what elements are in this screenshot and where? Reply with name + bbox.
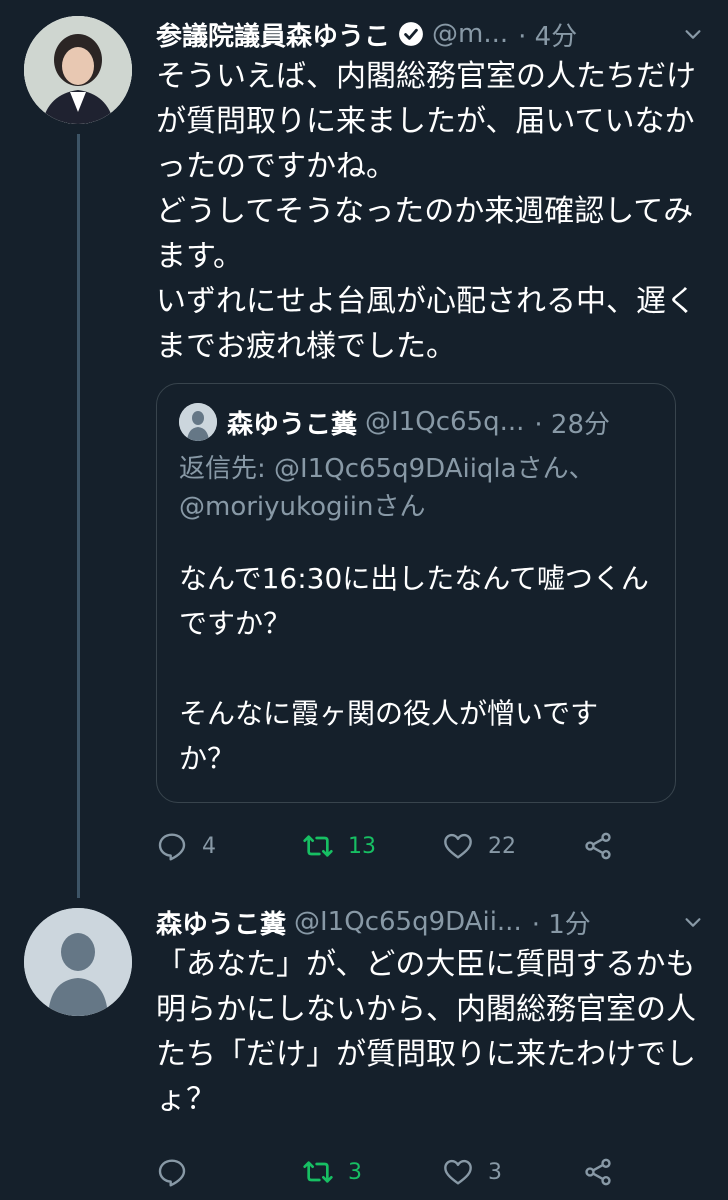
share-icon	[585, 1158, 611, 1186]
reply-count: 4	[202, 833, 216, 859]
quoted-author-avatar	[179, 403, 217, 441]
reply-button[interactable]	[156, 1156, 202, 1188]
share-button[interactable]	[582, 830, 614, 862]
tweet-main[interactable]: 参議院議員森ゆうこ @m... · 4分 そういえば、内閣総務官室の人たちだけが…	[156, 16, 704, 369]
tweet-text: そういえば、内閣総務官室の人たちだけが質問取りに来ましたが、届いていなかったので…	[156, 59, 696, 364]
tweet-reply[interactable]: 森ゆうこ糞 @I1Qc65q9DAii... · 1分 「あなた」が、どの大臣に…	[156, 904, 704, 1122]
share-icon	[585, 832, 611, 860]
like-count: 3	[488, 1159, 502, 1185]
tweet-text: 「あなた」が、どの大臣に質問するかも明らかにしないから、内閣総務官室の人たち「だ…	[156, 947, 696, 1117]
display-name[interactable]: 森ゆうこ糞	[156, 904, 286, 941]
tweet-header: 森ゆうこ糞 @I1Qc65q9DAii... · 1分	[156, 904, 704, 940]
like-button[interactable]: 22	[442, 830, 516, 862]
quoted-user-handle: @I1Qc65q...	[365, 407, 525, 437]
chevron-down-icon[interactable]	[682, 23, 704, 45]
reply-to-line[interactable]: 返信先: @I1Qc65q9DAiiqlaさん、 @moriyukogiinさん	[179, 450, 653, 526]
default-avatar-icon	[24, 908, 132, 1016]
reply-author-avatar[interactable]	[24, 908, 132, 1016]
timestamp[interactable]: · 4分	[518, 16, 577, 53]
quoted-display-name: 森ゆうこ糞	[227, 409, 358, 440]
user-handle[interactable]: @I1Qc65q9DAii...	[294, 907, 522, 937]
retweet-icon	[303, 1161, 333, 1183]
quoted-tweet-text: なんで16:30に出したなんて嘘つくんですか？ そんなに霞ヶ関の役人が憎いですか…	[179, 562, 649, 775]
tweet-header: 参議院議員森ゆうこ @m... · 4分	[156, 16, 704, 52]
retweet-count: 3	[348, 1159, 362, 1185]
reply-icon	[158, 833, 186, 861]
thread-line	[77, 134, 80, 898]
chevron-down-icon[interactable]	[682, 911, 704, 933]
quoted-timestamp: · 28分	[534, 409, 610, 440]
share-button[interactable]	[582, 1156, 614, 1188]
default-avatar-icon	[179, 403, 217, 441]
retweet-button[interactable]: 3	[302, 1156, 362, 1188]
profile-photo	[24, 16, 132, 124]
reply-button[interactable]: 4	[156, 830, 216, 862]
retweet-icon	[303, 835, 333, 857]
like-button[interactable]: 3	[442, 1156, 502, 1188]
heart-icon	[444, 833, 472, 859]
retweet-button[interactable]: 13	[302, 830, 376, 862]
like-count: 22	[488, 833, 516, 859]
retweet-count: 13	[348, 833, 376, 859]
quoted-tweet-header: 森ゆうこ糞 @I1Qc65q... · 28分	[179, 403, 653, 441]
timestamp[interactable]: · 1分	[532, 904, 591, 941]
quoted-tweet[interactable]: 森ゆうこ糞 @I1Qc65q... · 28分 返信先: @I1Qc65q9DA…	[156, 383, 676, 803]
display-name[interactable]: 参議院議員森ゆうこ	[156, 16, 390, 53]
heart-icon	[444, 1159, 472, 1185]
verified-badge-icon	[399, 22, 423, 46]
reply-icon	[158, 1159, 186, 1187]
author-avatar[interactable]	[24, 16, 132, 124]
user-handle[interactable]: @m...	[432, 19, 508, 49]
